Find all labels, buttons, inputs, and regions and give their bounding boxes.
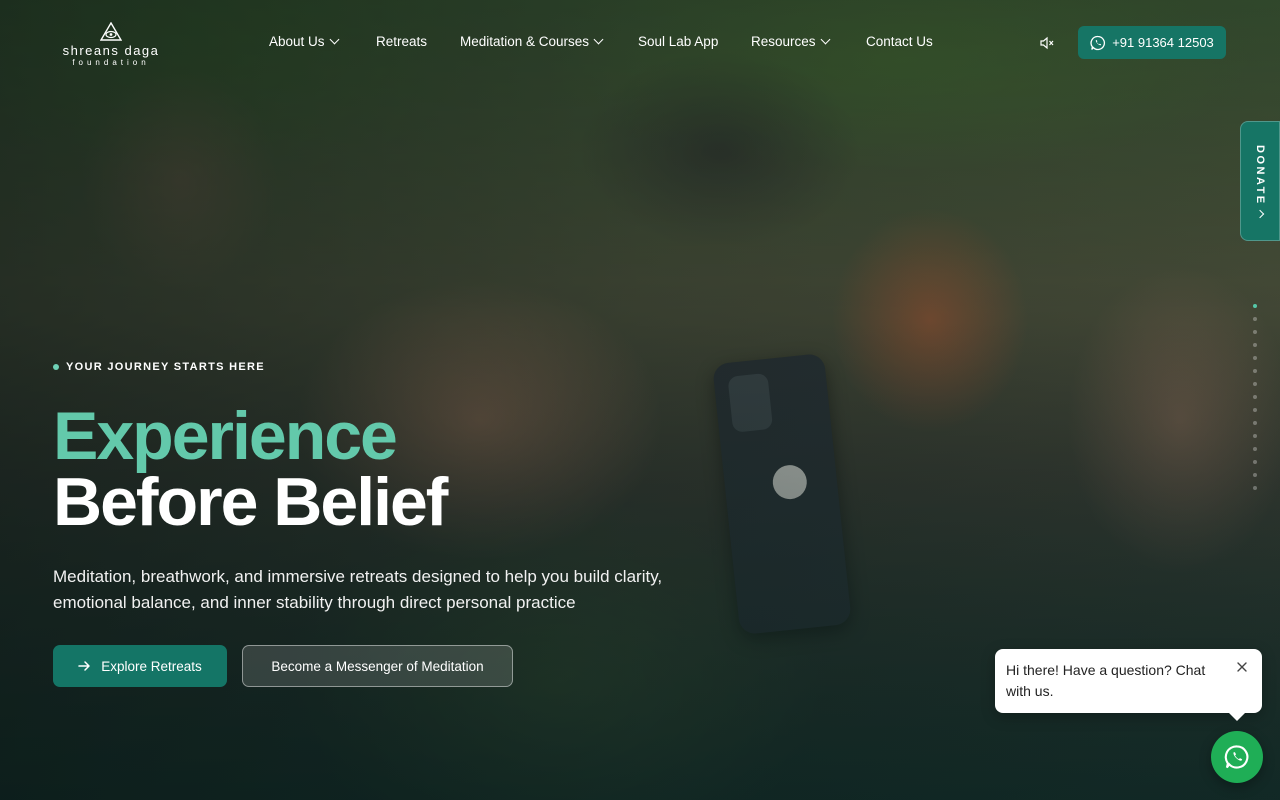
nav-item-label: Meditation & Courses	[460, 34, 590, 49]
nav-item-contact-us[interactable]: Contact Us	[866, 34, 933, 49]
become-messenger-button[interactable]: Become a Messenger of Meditation	[242, 645, 513, 687]
phone-number-label: +91 91364 12503	[1112, 35, 1214, 50]
hero-subtitle: Meditation, breathwork, and immersive re…	[53, 567, 663, 612]
progress-dot	[1253, 382, 1257, 386]
brand-name: shreans daga	[62, 43, 160, 58]
nav-item-about-us[interactable]: About Us	[269, 34, 339, 49]
scroll-progress-dots	[1252, 304, 1258, 499]
nav-item-label: Soul Lab App	[638, 34, 719, 49]
arrow-right-icon	[78, 661, 90, 671]
whatsapp-icon	[1090, 35, 1106, 50]
progress-dot	[1253, 460, 1257, 464]
chevron-right-icon	[1255, 210, 1265, 219]
progress-dot	[1253, 408, 1257, 412]
hero-title-line-2: Before Belief	[53, 464, 448, 540]
site-header: shreans daga foundation About Us Retreat…	[0, 0, 1280, 86]
speaker-muted-icon[interactable]	[1039, 35, 1055, 51]
donate-tab[interactable]: DONATE	[1240, 121, 1280, 241]
nav-item-resources[interactable]: Resources	[751, 34, 830, 49]
explore-retreats-button[interactable]: Explore Retreats	[53, 645, 227, 687]
nav-item-label: Retreats	[376, 34, 428, 49]
whatsapp-chat-button[interactable]	[1211, 731, 1263, 783]
explore-retreats-label: Explore Retreats	[101, 658, 202, 674]
whatsapp-phone-button[interactable]: +91 91364 12503	[1078, 26, 1226, 59]
close-icon[interactable]	[1235, 660, 1249, 674]
progress-dot	[1253, 317, 1257, 321]
progress-dot	[1253, 343, 1257, 347]
nav-item-label: About Us	[269, 34, 325, 49]
brand-logo[interactable]: shreans daga foundation	[60, 22, 162, 68]
hero-eyebrow: YOUR JOURNEY STARTS HERE	[53, 361, 265, 373]
progress-dot	[1253, 473, 1257, 477]
chevron-down-icon	[329, 34, 339, 45]
become-messenger-label: Become a Messenger of Meditation	[271, 658, 484, 674]
chevron-down-icon	[593, 34, 604, 45]
nav-item-soul-lab-app[interactable]: Soul Lab App	[638, 34, 718, 49]
progress-dot	[1253, 356, 1257, 360]
progress-dot	[1253, 369, 1257, 373]
donate-label: DONATE	[1254, 144, 1266, 206]
eyebrow-text: YOUR JOURNEY STARTS HERE	[66, 361, 265, 373]
chat-prompt-bubble[interactable]: Hi there! Have a question? Chat with us.	[995, 649, 1262, 721]
progress-dot	[1253, 447, 1257, 451]
hero-title-line-1: Experience	[53, 398, 398, 474]
nav-item-label: Resources	[751, 34, 816, 49]
nav-item-label: Contact Us	[866, 34, 933, 49]
progress-dot	[1253, 395, 1257, 399]
progress-dot	[1253, 330, 1257, 334]
chevron-down-icon	[820, 34, 830, 45]
progress-dot	[1253, 304, 1257, 308]
logo-mark-icon	[100, 22, 122, 41]
whatsapp-icon	[1224, 745, 1249, 769]
progress-dot	[1253, 486, 1257, 490]
nav-item-retreats[interactable]: Retreats	[376, 34, 427, 49]
nav-item-meditation-courses[interactable]: Meditation & Courses	[460, 34, 604, 49]
progress-dot	[1253, 421, 1257, 425]
eyebrow-dot	[53, 364, 59, 370]
chat-prompt-text: Hi there! Have a question? Chat with us.	[1006, 662, 1206, 699]
progress-dot	[1253, 434, 1257, 438]
brand-subtitle: foundation	[72, 58, 150, 67]
